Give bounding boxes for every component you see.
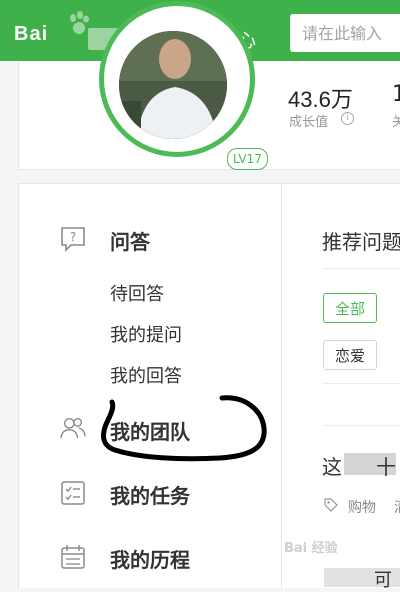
next-stat-value: 1	[392, 82, 400, 107]
sidebar-item-team[interactable]: 我的团队	[110, 416, 190, 445]
growth-value: 43.6万	[288, 87, 353, 112]
level-badge[interactable]: LV17	[227, 148, 268, 170]
search-input[interactable]	[290, 14, 400, 52]
task-list-icon	[61, 481, 85, 505]
sidebar-item-qa[interactable]: 问答	[110, 226, 150, 255]
list-divider	[322, 425, 400, 426]
question-tag-2[interactable]: 清	[394, 497, 400, 517]
info-icon[interactable]: i	[341, 112, 354, 125]
tab-divider	[322, 268, 400, 269]
next-stat-label: 关	[392, 115, 400, 130]
growth-label: 成长值	[289, 115, 329, 130]
tab-recommended-questions[interactable]: 推荐问题	[322, 226, 400, 255]
filter-chip-love[interactable]: 恋爱	[323, 340, 378, 370]
watermark: Bai 经验	[284, 541, 338, 556]
sidebar-item-tasks[interactable]: 我的任务	[110, 480, 190, 509]
filter-chip-all[interactable]: 全部	[323, 293, 378, 323]
avatar-photo	[119, 31, 227, 139]
sidebar-item-my-answers[interactable]: 我的回答	[110, 362, 182, 388]
sidebar-item-my-questions[interactable]: 我的提问	[110, 321, 182, 347]
question-title-suffix[interactable]: 十	[376, 451, 396, 480]
team-icon	[60, 418, 86, 439]
svg-text:?: ?	[70, 230, 76, 244]
question-tag[interactable]: 购物	[348, 497, 376, 517]
sidebar-item-history[interactable]: 我的历程	[110, 544, 190, 573]
question-icon: ?	[61, 227, 85, 252]
next-question-title[interactable]: 可	[374, 566, 392, 592]
baidu-logo-text[interactable]: Bai	[14, 23, 48, 46]
avatar[interactable]	[119, 31, 227, 139]
filter-divider	[322, 383, 400, 384]
sidebar-item-pending-answers[interactable]: 待回答	[110, 280, 164, 306]
question-title[interactable]: 这	[322, 451, 342, 480]
tag-icon	[324, 498, 338, 512]
calendar-icon	[61, 545, 85, 569]
